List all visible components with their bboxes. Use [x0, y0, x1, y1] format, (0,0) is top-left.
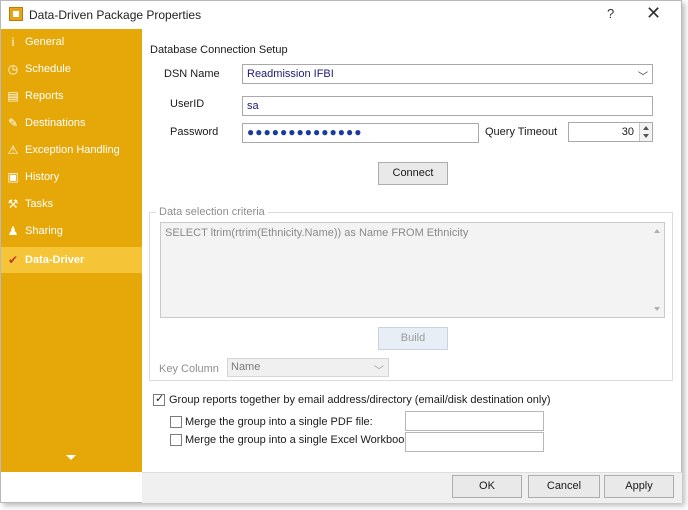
- sidebar-item-label: History: [25, 171, 60, 183]
- sidebar-item-label: Data-Driver: [25, 254, 85, 266]
- connection-heading: Database Connection Setup: [150, 44, 288, 56]
- key-column-value: Name: [231, 361, 261, 373]
- password-input[interactable]: ●●●●●●●●●●●●●●: [242, 123, 479, 143]
- userid-input[interactable]: sa: [242, 96, 653, 116]
- apply-button-label: Apply: [625, 480, 653, 492]
- sidebar-item-data-driver[interactable]: ✔ Data-Driver: [1, 247, 142, 273]
- sidebar-item-exception-handling[interactable]: ⚠ Exception Handling: [1, 137, 142, 164]
- sidebar-item-sharing[interactable]: ♟ Sharing: [1, 218, 142, 245]
- help-button[interactable]: ?: [607, 6, 614, 21]
- history-icon: ▣: [7, 170, 19, 184]
- merge-excel-label: Merge the group into a single Excel Work…: [185, 434, 413, 446]
- sidebar-item-schedule[interactable]: ◷ Schedule: [1, 56, 142, 83]
- key-column-select[interactable]: Name ﹀: [227, 358, 389, 377]
- scroll-up-icon[interactable]: [654, 229, 660, 233]
- tasks-icon: ⚒: [7, 197, 19, 211]
- build-button-label: Build: [400, 332, 426, 344]
- criteria-title: Data selection criteria: [156, 206, 268, 218]
- dsn-value: Readmission IFBI: [247, 68, 334, 80]
- sidebar-item-label: Sharing: [25, 225, 63, 237]
- password-value: ●●●●●●●●●●●●●●: [247, 125, 363, 139]
- dsn-label: DSN Name: [164, 68, 220, 80]
- sidebar-item-label: Schedule: [25, 63, 71, 75]
- sidebar-item-tasks[interactable]: ⚒ Tasks: [1, 191, 142, 218]
- connect-button[interactable]: Connect: [378, 162, 448, 185]
- sharing-icon: ♟: [7, 224, 19, 238]
- destination-icon: ✎: [7, 116, 19, 130]
- merge-excel-input[interactable]: [405, 432, 544, 452]
- apply-button[interactable]: Apply: [604, 475, 674, 498]
- chevron-down-icon[interactable]: [66, 455, 76, 460]
- sidebar-item-destinations[interactable]: ✎ Destinations: [1, 110, 142, 137]
- scrollbar[interactable]: [650, 223, 664, 317]
- group-reports-label: Group reports together by email address/…: [169, 394, 551, 406]
- warning-icon: ⚠: [7, 143, 19, 157]
- sidebar-item-history[interactable]: ▣ History: [1, 164, 142, 191]
- userid-label: UserID: [170, 98, 205, 110]
- spin-down-icon[interactable]: [643, 134, 649, 138]
- query-timeout-label: Query Timeout: [485, 126, 558, 138]
- sidebar-item-label: Exception Handling: [25, 144, 120, 156]
- cancel-button[interactable]: Cancel: [528, 475, 600, 498]
- clock-icon: ◷: [7, 62, 19, 76]
- sidebar-item-reports[interactable]: ▤ Reports: [1, 83, 142, 110]
- data-driver-icon: ✔: [7, 253, 19, 267]
- password-label: Password: [170, 126, 219, 138]
- query-timeout-value: 30: [621, 126, 634, 138]
- merge-excel-checkbox[interactable]: [170, 434, 182, 446]
- spin-up-icon[interactable]: [643, 126, 649, 130]
- connect-button-label: Connect: [392, 167, 434, 179]
- footer-bar: [142, 472, 682, 503]
- sidebar-item-general[interactable]: i General: [1, 29, 142, 56]
- spinner[interactable]: [639, 123, 652, 141]
- key-column-label: Key Column: [159, 363, 219, 375]
- merge-pdf-checkbox[interactable]: [170, 416, 182, 428]
- sidebar-item-label: Reports: [25, 90, 64, 102]
- report-icon: ▤: [7, 89, 19, 103]
- group-reports-checkbox[interactable]: [153, 392, 165, 406]
- cancel-button-label: Cancel: [546, 480, 582, 492]
- scroll-down-icon[interactable]: [654, 307, 660, 311]
- merge-pdf-label: Merge the group into a single PDF file:: [185, 416, 373, 428]
- chevron-down-icon: ﹀: [374, 366, 384, 377]
- close-button[interactable]: ✕: [646, 3, 661, 24]
- info-icon: i: [11, 35, 15, 49]
- sidebar: i General ◷ Schedule ▤ Reports ✎ Destina…: [1, 29, 142, 472]
- sql-text: SELECT ltrim(rtrim(Ethnicity.Name)) as N…: [165, 227, 469, 239]
- title-bar: Data-Driven Package Properties ? ✕: [1, 1, 681, 29]
- dsn-select[interactable]: Readmission IFBI ﹀: [242, 64, 653, 84]
- sidebar-item-label: General: [25, 36, 65, 48]
- ok-button[interactable]: OK: [452, 475, 522, 498]
- build-button[interactable]: Build: [378, 327, 448, 350]
- window-title: Data-Driven Package Properties: [29, 8, 202, 22]
- sidebar-item-label: Tasks: [25, 198, 54, 210]
- ok-button-label: OK: [479, 480, 495, 492]
- query-timeout-stepper[interactable]: 30: [568, 122, 653, 142]
- chevron-down-icon: ﹀: [638, 72, 648, 83]
- dialog-window: Data-Driven Package Properties ? ✕ i Gen…: [0, 0, 682, 503]
- sql-textarea[interactable]: SELECT ltrim(rtrim(Ethnicity.Name)) as N…: [160, 222, 665, 318]
- sidebar-item-label: Destinations: [25, 117, 86, 129]
- merge-pdf-input[interactable]: [405, 411, 544, 431]
- app-icon: [9, 7, 23, 21]
- userid-value: sa: [247, 100, 259, 112]
